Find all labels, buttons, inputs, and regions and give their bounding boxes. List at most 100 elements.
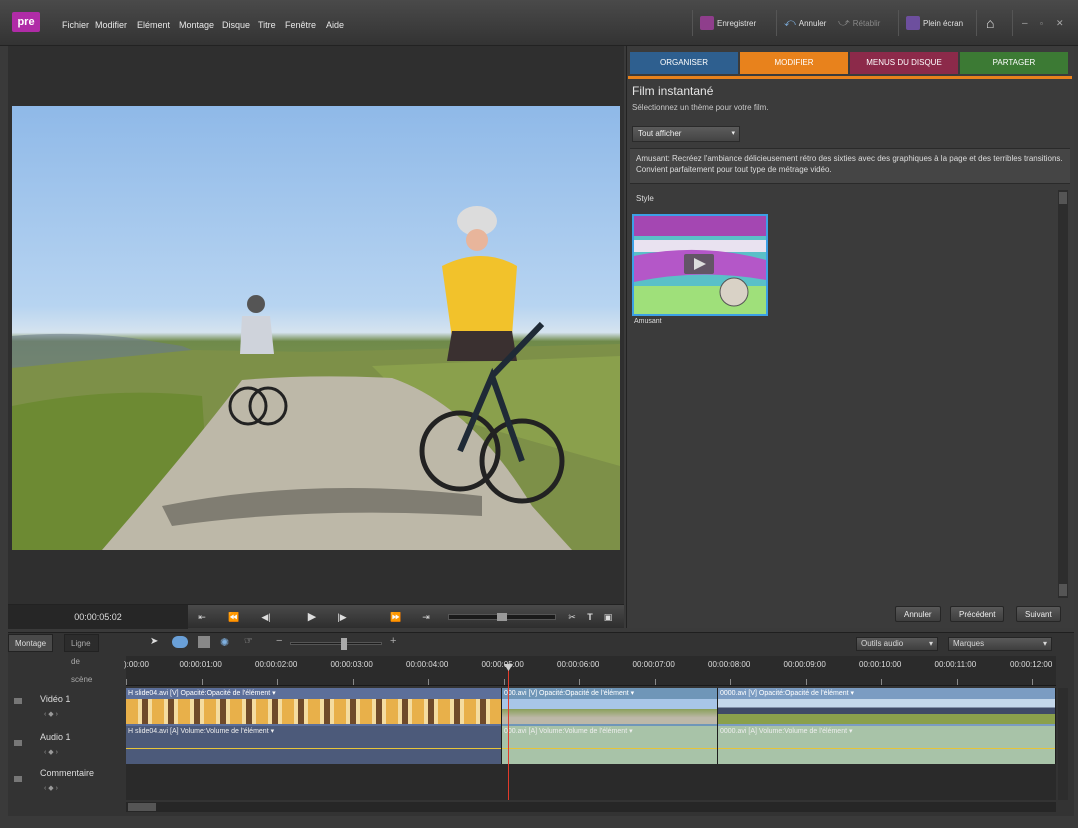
ruler-tick [956, 679, 958, 685]
audio-clip[interactable]: 0000.avi [A] Volume:Volume de l'élément … [718, 726, 1056, 764]
zoom-slider[interactable] [290, 638, 382, 650]
smart-fix-icon[interactable] [172, 636, 188, 648]
clip-title: 000.avi [A] Volume:Volume de l'élément ▾ [504, 728, 633, 735]
ruler-tick-label: 00:00:05:00 [481, 660, 524, 669]
fast-forward-icon: ⏩ [390, 612, 402, 622]
shuttle-slider[interactable] [448, 613, 556, 621]
time-ruler[interactable]: ):00:00 00:00:01:00 00:00:02:00 00:00:03:00… [124, 656, 1056, 686]
toolbar-separator [692, 10, 693, 36]
menu-titre[interactable]: Titre [258, 20, 276, 30]
minimize-button[interactable]: – [1022, 14, 1028, 32]
keyframe-nav-icon[interactable]: ‹ ◆ › [44, 748, 58, 756]
go-to-end-button[interactable]: ⇥ [412, 609, 440, 625]
undo-button[interactable]: ⤺ Annuler [784, 14, 826, 32]
tab-ligne-de-scene[interactable]: Ligne de scène [64, 634, 100, 684]
tab-menus-du-disque[interactable]: MENUS DU DISQUE [850, 52, 958, 74]
close-button[interactable]: ✕ [1056, 14, 1064, 32]
tab-partager[interactable]: PARTAGER [960, 52, 1068, 74]
rewind-button[interactable]: ⏪ [220, 609, 248, 625]
markers-dropdown[interactable]: Marques ▾ [948, 637, 1052, 651]
menu-montage[interactable]: Montage [179, 20, 214, 30]
fullscreen-icon [906, 16, 920, 30]
audio-track[interactable]: H slide04.avi [A] Volume:Volume de l'élé… [126, 726, 1056, 764]
video-preview[interactable] [12, 106, 620, 550]
split-clip-button[interactable]: ✂ [562, 609, 582, 625]
track-toggle-icon[interactable] [14, 698, 22, 704]
step-forward-icon: |▶ [337, 612, 347, 622]
volume-line[interactable] [502, 748, 717, 749]
timeline-horizontal-scrollbar[interactable] [126, 802, 1056, 812]
panel-scrollbar[interactable] [1058, 190, 1068, 598]
audio-tools-dropdown[interactable]: Outils audio ▾ [856, 637, 938, 651]
step-back-icon: ◀| [261, 612, 271, 622]
menu-fenetre[interactable]: Fenêtre [285, 20, 316, 30]
scroll-thumb[interactable] [128, 803, 156, 811]
menu-element[interactable]: Elément [137, 20, 170, 30]
playhead[interactable] [508, 668, 509, 800]
scroll-up-icon[interactable] [1059, 192, 1067, 204]
volume-line[interactable] [718, 748, 1055, 749]
menu-modifier[interactable]: Modifier [95, 20, 127, 30]
clip-title: 000.avi [V] Opacité:Opacité de l'élément… [504, 690, 635, 697]
timeline-scrollbar[interactable] [1058, 688, 1068, 800]
video-clip[interactable]: 000.avi [V] Opacité:Opacité de l'élément… [502, 688, 718, 726]
restore-button[interactable]: ▫ [1040, 14, 1043, 32]
video-clip[interactable]: 0000.avi [V] Opacité:Opacité de l'élémen… [718, 688, 1056, 726]
audio-clip[interactable]: H slide04.avi [A] Volume:Volume de l'élé… [126, 726, 502, 764]
effects-icon[interactable]: ✺ [220, 636, 229, 649]
timecode-display[interactable]: 00:00:05:02 [8, 605, 188, 629]
ruler-tick [126, 679, 127, 685]
step-forward-button[interactable]: |▶ [328, 609, 356, 625]
theme-description: Amusant: Recréez l'ambiance délicieuseme… [630, 148, 1070, 184]
panel-title: Film instantané [632, 84, 714, 98]
add-text-button[interactable]: T [580, 609, 600, 625]
previous-button[interactable]: Précédent [950, 606, 1005, 622]
clip-title: 0000.avi [V] Opacité:Opacité de l'élémen… [720, 690, 855, 697]
keyframe-nav-icon[interactable]: ‹ ◆ › [44, 710, 58, 718]
selection-tool-icon[interactable]: ➤ [150, 636, 158, 647]
cancel-button[interactable]: Annuler [895, 606, 941, 622]
ruler-tick [201, 679, 203, 685]
markers-label: Marques [953, 639, 985, 648]
menu-aide[interactable]: Aide [326, 20, 344, 30]
transport-bar: 00:00:05:02 ⇤ ⏪ ◀| ▶ |▶ ⏩ ⇥ ✂ T ▣ [8, 604, 624, 629]
fast-forward-button[interactable]: ⏩ [382, 609, 410, 625]
menu-fichier[interactable]: Fichier [62, 20, 89, 30]
zoom-handle[interactable] [341, 638, 347, 650]
play-button[interactable]: ▶ [298, 609, 326, 625]
volume-line[interactable] [126, 748, 501, 749]
menu-disque[interactable]: Disque [222, 20, 250, 30]
zoom-in-icon[interactable]: + [390, 635, 396, 647]
ruler-tick [428, 679, 429, 685]
zoom-out-icon[interactable]: − [276, 635, 282, 647]
freeze-frame-button[interactable]: ▣ [598, 609, 618, 625]
fullscreen-button[interactable]: Plein écran [906, 14, 963, 32]
step-back-button[interactable]: ◀| [252, 609, 280, 625]
home-button[interactable]: ⌂ [986, 14, 994, 32]
marker-icon[interactable] [198, 636, 210, 648]
track-toggle-icon[interactable] [14, 740, 22, 746]
audio-clip[interactable]: 000.avi [A] Volume:Volume de l'élément ▾ [502, 726, 718, 764]
theme-thumbnail[interactable] [632, 214, 768, 316]
redo-button[interactable]: ⤻ Rétablir [838, 14, 880, 32]
ruler-tick-label: ):00:00 [124, 660, 149, 669]
hand-tool-icon[interactable]: ☞ [244, 636, 253, 647]
ruler-tick-label: 00:00:11:00 [934, 660, 977, 669]
go-to-start-icon: ⇤ [198, 612, 206, 622]
comment-track[interactable] [126, 764, 1056, 800]
tab-montage[interactable]: Montage [8, 634, 54, 652]
tab-organiser[interactable]: ORGANISER [630, 52, 738, 74]
keyframe-nav-icon[interactable]: ‹ ◆ › [44, 784, 58, 792]
next-button[interactable]: Suivant [1016, 606, 1061, 622]
go-to-start-button[interactable]: ⇤ [188, 609, 216, 625]
redo-label: Rétablir [852, 18, 881, 28]
scroll-down-icon[interactable] [1059, 584, 1067, 596]
video-track[interactable]: H slide04.avi [V] Opacité:Opacité de l'é… [126, 688, 1056, 726]
tab-modifier[interactable]: MODIFIER [740, 52, 848, 74]
save-button[interactable]: Enregistrer [700, 14, 756, 32]
theme-filter-select[interactable]: Tout afficher ▾ [632, 126, 740, 142]
track-toggle-icon[interactable] [14, 776, 22, 782]
video-clip[interactable]: H slide04.avi [V] Opacité:Opacité de l'é… [126, 688, 502, 726]
ruler-tick [352, 679, 354, 685]
shuttle-handle[interactable] [497, 613, 507, 621]
